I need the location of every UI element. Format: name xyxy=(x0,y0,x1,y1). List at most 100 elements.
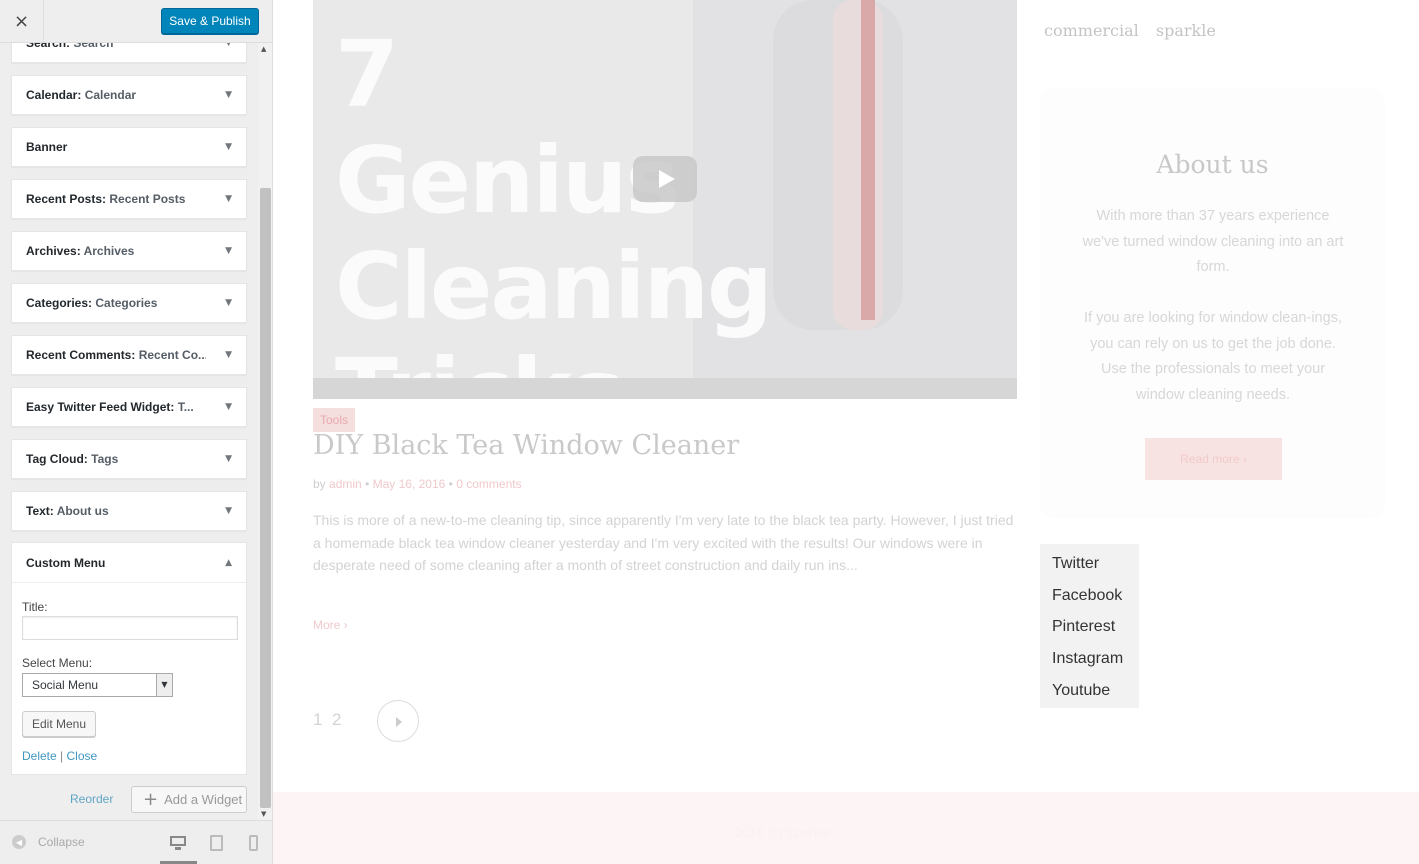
widget-name: Calendar xyxy=(26,88,78,102)
widget-recent-comments[interactable]: Recent Comments: Recent Co... ▼ xyxy=(11,335,247,375)
social-link-twitter[interactable]: Twitter xyxy=(1040,548,1139,580)
scroll-up-icon[interactable]: ▲ xyxy=(261,45,266,53)
mobile-preview-icon[interactable] xyxy=(249,835,259,851)
more-link[interactable]: More › xyxy=(313,618,348,632)
widget-name: Easy Twitter Feed Widget xyxy=(26,400,171,414)
post-date[interactable]: May 16, 2016 xyxy=(373,477,446,491)
plus-icon: + xyxy=(143,789,159,810)
customizer-header: × Save & Publish xyxy=(0,0,272,43)
scrollbar-thumb[interactable] xyxy=(260,188,271,808)
expand-arrow-icon[interactable]: ▼ xyxy=(225,388,232,426)
widget-archives[interactable]: Archives: Archives ▼ xyxy=(11,231,247,271)
widget-instance: Categories xyxy=(95,296,158,310)
widget-header[interactable]: Custom Menu ▲ xyxy=(12,543,246,583)
add-widget-label: Add a Widget xyxy=(164,792,243,807)
next-page-button[interactable] xyxy=(377,700,419,742)
collapse-arrow-icon[interactable]: ▲ xyxy=(225,543,232,583)
tag-link[interactable]: sparkle xyxy=(1156,21,1216,40)
expand-arrow-icon[interactable]: ▼ xyxy=(225,284,232,322)
read-more-button[interactable]: Read more › xyxy=(1145,438,1282,480)
social-menu: Twitter Facebook Pinterest Instagram You… xyxy=(1040,544,1139,708)
close-customizer-button[interactable]: × xyxy=(0,0,44,43)
widget-name: Custom Menu xyxy=(26,556,106,570)
copyright-text: 2016 (c) Sparkle xyxy=(735,825,831,840)
close-icon: × xyxy=(13,11,30,32)
widget-instance: Archives xyxy=(83,244,135,258)
delete-link[interactable]: Delete xyxy=(22,749,57,763)
link-separator: | xyxy=(60,749,64,763)
expand-arrow-icon[interactable]: ▼ xyxy=(225,128,232,166)
post-author-link[interactable]: admin xyxy=(329,477,362,491)
expand-arrow-icon[interactable]: ▼ xyxy=(225,336,232,374)
video-embed[interactable]: 7 Genius Cleaning Tricks xyxy=(313,0,1017,399)
widget-instance: Calendar xyxy=(84,88,137,102)
video-control-bar[interactable] xyxy=(313,378,1017,399)
expand-arrow-icon[interactable]: ▼ xyxy=(225,492,232,530)
widget-calendar[interactable]: Calendar: Calendar ▼ xyxy=(11,75,247,115)
about-paragraph: With more than 37 years experience we've… xyxy=(1082,208,1344,275)
save-publish-button[interactable]: Save & Publish xyxy=(161,8,259,34)
tablet-preview-icon[interactable] xyxy=(208,835,226,851)
expand-arrow-icon[interactable]: ▼ xyxy=(225,76,232,114)
collapse-arrow-icon: ◀ xyxy=(12,835,26,849)
widget-name: Recent Comments xyxy=(26,348,132,362)
about-paragraph: If you are looking for window clean-ings… xyxy=(1084,310,1342,403)
play-icon xyxy=(659,170,675,188)
widget-instance: Recent Posts xyxy=(109,192,186,206)
widget-categories[interactable]: Categories: Categories ▼ xyxy=(11,283,247,323)
close-link[interactable]: Close xyxy=(67,749,98,763)
widget-banner[interactable]: Banner ▼ xyxy=(11,127,247,167)
next-arrow-icon xyxy=(396,717,402,727)
sidebar-scrollbar[interactable]: ▲ ▼ xyxy=(258,43,272,820)
tag-cloud: commercial sparkle xyxy=(1044,21,1228,40)
reorder-link[interactable]: Reorder xyxy=(70,792,113,806)
widget-custom-menu: Custom Menu ▲ Title: Select Menu: Social… xyxy=(11,542,247,775)
social-link-youtube[interactable]: Youtube xyxy=(1040,675,1139,707)
page-number[interactable]: 2 xyxy=(332,710,341,730)
widget-name: Tag Cloud xyxy=(26,452,84,466)
tag-link[interactable]: commercial xyxy=(1044,21,1139,40)
post-category-badge[interactable]: Tools xyxy=(313,408,356,432)
meta-by: by xyxy=(313,477,326,491)
brush-handle xyxy=(861,0,875,320)
title-label: Title: xyxy=(22,600,48,614)
widget-tag-cloud[interactable]: Tag Cloud: Tags ▼ xyxy=(11,439,247,479)
widget-actions: Delete | Close xyxy=(22,749,97,763)
social-link-facebook[interactable]: Facebook xyxy=(1040,580,1139,612)
post-excerpt: This is more of a new-to-me cleaning tip… xyxy=(313,512,1014,573)
widget-easy-twitter-feed[interactable]: Easy Twitter Feed Widget: T... ▼ xyxy=(11,387,247,427)
title-input[interactable] xyxy=(22,616,238,640)
about-title: About us xyxy=(1156,150,1269,179)
customizer-sidebar: Search: Search ▼ Calendar: Calendar ▼ Ba… xyxy=(0,0,273,864)
select-menu-label: Select Menu: xyxy=(22,656,93,670)
widget-recent-posts[interactable]: Recent Posts: Recent Posts ▼ xyxy=(11,179,247,219)
expand-arrow-icon[interactable]: ▼ xyxy=(225,440,232,478)
widget-name: Categories xyxy=(26,296,89,310)
expand-arrow-icon[interactable]: ▼ xyxy=(225,180,232,218)
collapse-button[interactable]: ◀ Collapse xyxy=(12,835,85,849)
collapse-label: Collapse xyxy=(38,835,85,849)
about-widget: About us With more than 37 years experie… xyxy=(1040,88,1385,518)
page-number[interactable]: 1 xyxy=(313,710,322,730)
add-widget-button[interactable]: + Add a Widget xyxy=(131,786,247,813)
widget-text[interactable]: Text: About us ▼ xyxy=(11,491,247,531)
widget-name: Banner xyxy=(26,140,68,154)
widget-list: Search: Search ▼ Calendar: Calendar ▼ Ba… xyxy=(0,0,258,820)
widget-instance: Tags xyxy=(91,452,119,466)
edit-menu-button[interactable]: Edit Menu xyxy=(22,711,96,737)
chevron-down-icon[interactable]: ▼ xyxy=(156,674,172,696)
customizer-footer: ◀ Collapse xyxy=(0,820,272,864)
post-title[interactable]: DIY Black Tea Window Cleaner xyxy=(313,430,739,461)
social-link-pinterest[interactable]: Pinterest xyxy=(1040,611,1139,643)
widget-instance: T... xyxy=(177,400,194,414)
post-meta: by admin • May 16, 2016 • 0 comments xyxy=(313,477,522,491)
desktop-preview-icon[interactable] xyxy=(169,835,187,851)
site-preview: 7 Genius Cleaning Tricks Tools DIY Black… xyxy=(273,0,1419,864)
widget-instance: About us xyxy=(56,504,109,518)
post-comments-link[interactable]: 0 comments xyxy=(456,477,521,491)
expand-arrow-icon[interactable]: ▼ xyxy=(225,232,232,270)
play-button[interactable] xyxy=(633,156,697,202)
social-link-instagram[interactable]: Instagram xyxy=(1040,643,1139,675)
scroll-down-icon[interactable]: ▼ xyxy=(261,810,266,818)
menu-select[interactable]: Social Menu ▼ xyxy=(22,673,173,697)
